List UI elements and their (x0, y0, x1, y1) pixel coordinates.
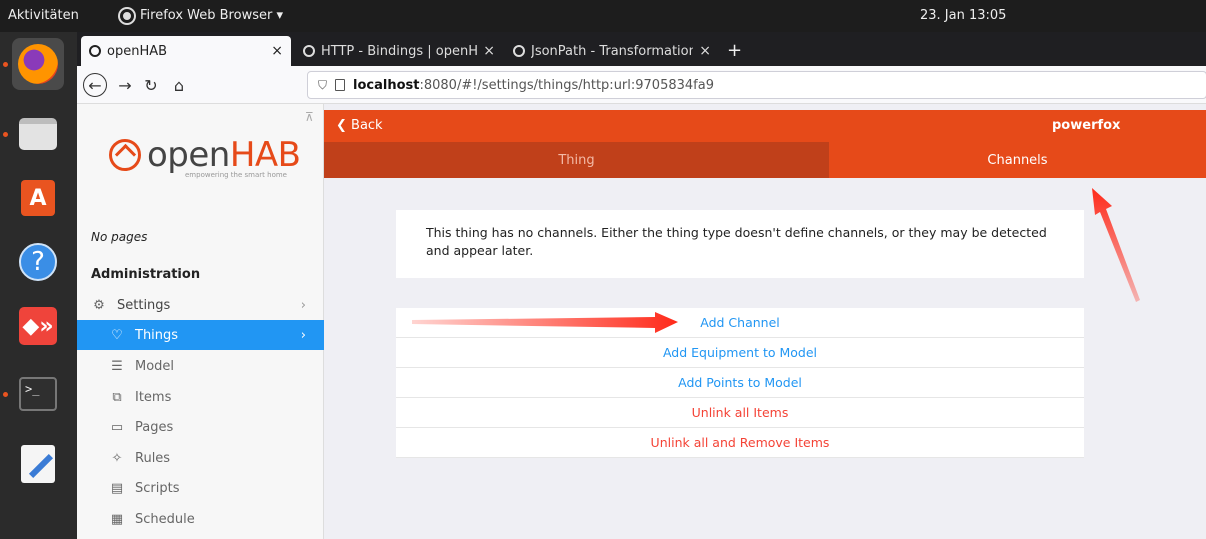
pin-icon[interactable]: ⊼ (305, 110, 314, 124)
tab-channels[interactable]: Channels (829, 142, 1206, 178)
add-points-button[interactable]: Add Points to Model (396, 368, 1084, 398)
add-channel-button[interactable]: Add Channel (396, 308, 1084, 338)
running-indicator (3, 392, 8, 397)
logo-open-text: open (147, 135, 230, 175)
home-icon[interactable]: ⌂ (167, 73, 191, 97)
administration-heading: Administration (91, 267, 201, 282)
new-tab-button[interactable]: + (727, 40, 742, 61)
clock[interactable]: 23. Jan 13:05 (920, 8, 1006, 23)
main-content: ❮ Back powerfox Thing Channels This thin… (324, 104, 1206, 539)
display-icon: ▭ (110, 419, 124, 435)
tab-label: JsonPath - Transformations (531, 43, 694, 59)
files-icon[interactable] (12, 108, 64, 160)
sidebar-item-label: Schedule (135, 511, 195, 527)
firefox-small-icon (120, 8, 134, 23)
squares-icon: ⧉ (112, 389, 122, 405)
activities-button[interactable]: Aktivitäten (8, 8, 79, 23)
sidebar-item-label: Items (135, 389, 172, 405)
unlink-remove-items-button[interactable]: Unlink all and Remove Items (396, 428, 1084, 458)
reload-icon[interactable]: ↻ (139, 73, 163, 97)
openhab-logo[interactable]: openHAB (109, 138, 301, 172)
gear-icon: ⚙ (93, 297, 105, 313)
no-channels-message: This thing has no channels. Either the t… (396, 210, 1084, 278)
logo-tagline: empowering the smart home (185, 171, 287, 179)
software-icon[interactable]: A (12, 172, 64, 224)
lightbulb-icon: ♡ (111, 327, 123, 343)
openhab-logo-icon (109, 139, 141, 171)
sparkle-icon: ✧ (111, 450, 123, 466)
unlink-all-items-button[interactable]: Unlink all Items (396, 398, 1084, 428)
sidebar-item-label: Things (135, 327, 179, 343)
sidebar-item-schedule[interactable]: ▦ Schedule (77, 504, 324, 534)
sidebar-item-rules[interactable]: ✧ Rules (77, 443, 324, 473)
list-icon: ☰ (111, 358, 123, 374)
browser-nav-bar: ← → ↻ ⌂ ⛉ localhost:8080/#!/settings/thi… (77, 66, 1206, 104)
tab-thing[interactable]: Thing (324, 142, 829, 178)
terminal-icon[interactable]: >_ (12, 368, 64, 420)
sidebar-item-scripts[interactable]: ▤ Scripts (77, 473, 324, 503)
sidebar-item-model[interactable]: ☰ Model (77, 351, 324, 381)
calendar-icon: ▦ (110, 511, 124, 527)
logo-hab-text: HAB (229, 135, 301, 175)
sidebar-item-label: Scripts (135, 480, 180, 496)
sidebar-item-settings[interactable]: ⚙ Settings › (77, 290, 324, 320)
tab-jsonpath[interactable]: JsonPath - Transformations × (505, 36, 719, 66)
close-icon[interactable]: × (483, 43, 495, 59)
sidebar-item-items[interactable]: ⧉ Items (77, 382, 324, 412)
no-pages-label: No pages (91, 230, 148, 244)
sidebar-item-pages[interactable]: ▭ Pages (77, 412, 324, 442)
document-icon: ▤ (110, 480, 124, 496)
close-icon[interactable]: × (271, 43, 283, 59)
openhab-favicon-icon (89, 45, 101, 57)
page-title: powerfox (1052, 118, 1121, 133)
openhab-sidebar: ⊼ openHAB empowering the smart home No p… (77, 104, 324, 539)
close-icon[interactable]: × (699, 43, 711, 59)
channel-actions-list: Add Channel Add Equipment to Model Add P… (396, 308, 1084, 458)
app-menu[interactable]: Firefox Web Browser ▾ (120, 8, 283, 23)
forward-arrow-icon[interactable]: → (113, 73, 137, 97)
openhab-favicon-icon (513, 45, 525, 57)
back-button[interactable]: ❮ Back (336, 118, 383, 133)
shield-icon[interactable]: ⛉ (318, 78, 327, 93)
chevron-right-icon: › (300, 327, 306, 343)
openhab-favicon-icon (303, 45, 315, 57)
url-host: localhost (353, 77, 420, 93)
chevron-right-icon: › (300, 297, 306, 313)
sidebar-item-label: Settings (117, 297, 171, 313)
page-header: ❮ Back powerfox (324, 110, 1206, 142)
add-equipment-button[interactable]: Add Equipment to Model (396, 338, 1084, 368)
text-editor-icon[interactable] (12, 438, 64, 490)
page-icon[interactable] (335, 79, 346, 91)
back-arrow-icon[interactable]: ← (83, 73, 107, 97)
running-indicator (3, 132, 8, 137)
browser-tab-bar: openHAB × HTTP - Bindings | openHAB × Js… (77, 32, 1206, 66)
sidebar-item-label: Pages (135, 419, 174, 435)
tab-label: HTTP - Bindings | openHAB (321, 43, 478, 59)
tab-label: openHAB (107, 43, 168, 59)
dock: A ? ◆» >_ (0, 32, 77, 539)
sidebar-item-label: Model (135, 358, 175, 374)
sidebar-item-things[interactable]: ♡ Things › (77, 320, 324, 350)
tab-http-bindings[interactable]: HTTP - Bindings | openHAB × (295, 36, 503, 66)
url-path: :8080/#!/settings/things/http:url:970583… (419, 77, 714, 93)
tab-openhab[interactable]: openHAB × (81, 36, 291, 66)
help-icon[interactable]: ? (12, 236, 64, 288)
anydesk-icon[interactable]: ◆» (12, 300, 64, 352)
thing-tabs: Thing Channels (324, 142, 1206, 178)
app-menu-label: Firefox Web Browser ▾ (140, 8, 283, 23)
firefox-icon[interactable] (12, 38, 64, 90)
sidebar-item-label: Rules (135, 450, 171, 466)
url-bar[interactable]: ⛉ localhost:8080/#!/settings/things/http… (307, 71, 1206, 99)
system-top-bar: Aktivitäten Firefox Web Browser ▾ 23. Ja… (0, 0, 1206, 32)
running-indicator (3, 62, 8, 67)
